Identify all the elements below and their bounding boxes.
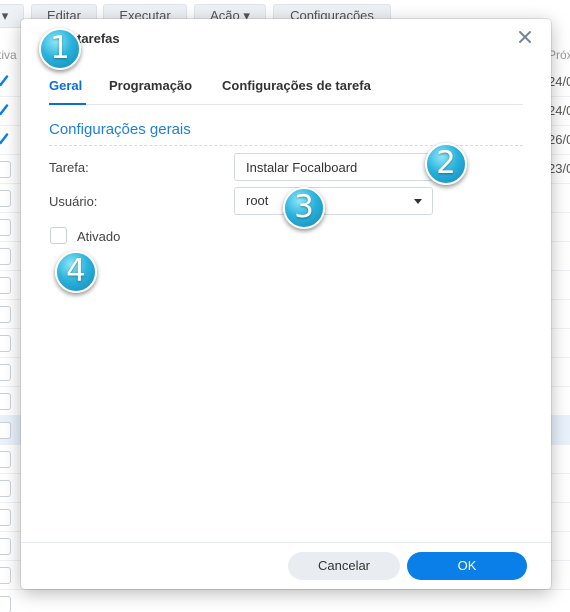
row-enabled-checkbox[interactable] bbox=[0, 190, 11, 207]
active-tab-indicator bbox=[49, 103, 86, 105]
row-enabled-checkbox[interactable] bbox=[0, 509, 11, 526]
user-select-value: root bbox=[246, 193, 269, 208]
task-dialog: tarefas Geral Programação Configurações … bbox=[21, 19, 551, 589]
row-enabled-checkbox[interactable] bbox=[0, 393, 11, 410]
row-enabled-checkbox[interactable] bbox=[0, 161, 11, 178]
column-header-next-run: Próx bbox=[548, 48, 570, 62]
step-badge-4: 4 bbox=[55, 251, 97, 293]
row-enabled-checkbox[interactable] bbox=[0, 567, 11, 584]
user-label: Usuário: bbox=[49, 194, 98, 209]
enabled-checkbox[interactable] bbox=[50, 227, 67, 244]
enabled-label: Ativado bbox=[77, 229, 121, 244]
row-enabled-checkbox[interactable] bbox=[0, 74, 11, 91]
row-enabled-checkbox[interactable] bbox=[0, 306, 11, 323]
row-next-run: 24/0 bbox=[548, 74, 570, 89]
row-enabled-checkbox[interactable] bbox=[0, 451, 11, 468]
table-row[interactable] bbox=[0, 590, 570, 612]
row-enabled-checkbox[interactable] bbox=[0, 335, 11, 352]
tab-schedule[interactable]: Programação bbox=[109, 78, 192, 93]
section-title: Configurações gerais bbox=[49, 121, 191, 138]
tab-task-settings[interactable]: Configurações de tarefa bbox=[222, 78, 371, 93]
dialog-title: tarefas bbox=[77, 31, 120, 46]
ok-button[interactable]: OK bbox=[407, 552, 527, 580]
step-badge-2: 2 bbox=[425, 143, 467, 185]
row-enabled-checkbox[interactable] bbox=[0, 480, 11, 497]
row-next-run: 23/0 bbox=[548, 161, 570, 176]
tab-general[interactable]: Geral bbox=[49, 78, 82, 93]
row-enabled-checkbox[interactable] bbox=[0, 219, 11, 236]
row-enabled-checkbox[interactable] bbox=[0, 103, 11, 120]
row-enabled-checkbox[interactable] bbox=[0, 422, 11, 439]
cancel-button[interactable]: Cancelar bbox=[288, 552, 400, 580]
tab-bar: Geral Programação Configurações de taref… bbox=[49, 75, 523, 105]
task-name-input[interactable] bbox=[234, 153, 433, 181]
row-enabled-checkbox[interactable] bbox=[0, 248, 11, 265]
column-header-enabled: tiva bbox=[0, 48, 17, 62]
row-enabled-checkbox[interactable] bbox=[0, 364, 11, 381]
row-enabled-checkbox[interactable] bbox=[0, 538, 11, 555]
row-next-run: 26/0 bbox=[548, 132, 570, 147]
task-label: Tarefa: bbox=[49, 160, 89, 175]
close-icon[interactable] bbox=[517, 29, 533, 45]
chevron-down-icon bbox=[414, 199, 422, 204]
dialog-footer: Cancelar OK bbox=[21, 542, 551, 589]
step-badge-3: 3 bbox=[283, 187, 325, 229]
row-enabled-checkbox[interactable] bbox=[0, 596, 11, 612]
row-next-run: 24/0 bbox=[548, 103, 570, 118]
step-badge-1: 1 bbox=[39, 28, 81, 70]
row-enabled-checkbox[interactable] bbox=[0, 132, 11, 149]
row-enabled-checkbox[interactable] bbox=[0, 277, 11, 294]
user-select[interactable]: root bbox=[234, 187, 433, 215]
